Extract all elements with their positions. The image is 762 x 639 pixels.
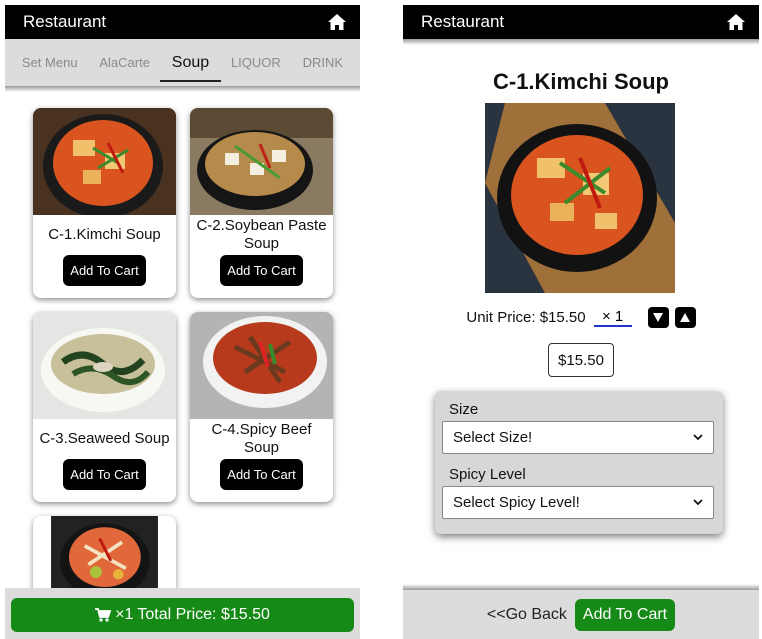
size-label: Size <box>449 401 479 418</box>
tab-drink[interactable]: DRINK <box>301 47 345 78</box>
home-icon[interactable] <box>725 12 747 32</box>
menu-card: C-3.Seaweed Soup Add To Cart <box>33 312 176 502</box>
tabs-shadow <box>5 86 360 92</box>
increase-button[interactable] <box>674 307 696 328</box>
menu-card: C-2.Soybean Paste Soup Add To Cart <box>190 108 333 298</box>
checkout-button[interactable]: ×1 Total Price: $15.50 <box>11 598 354 632</box>
cart-icon <box>95 608 112 622</box>
menu-screen: Restaurant Set Menu AlaCarte Soup LIQUOR… <box>5 5 360 639</box>
cart-quantity: ×1 <box>115 606 134 623</box>
tab-liquor[interactable]: LIQUOR <box>229 47 283 78</box>
total-price: Total Price: $15.50 <box>137 606 270 623</box>
menu-item-name: C-3.Seaweed Soup <box>39 430 170 447</box>
chevron-down-icon <box>693 499 703 506</box>
spicy-level-label: Spicy Level <box>449 466 526 483</box>
cart-bar: ×1 Total Price: $15.50 <box>5 588 360 639</box>
size-select[interactable]: Select Size! <box>442 421 714 454</box>
total-price-box: $15.50 <box>548 343 614 377</box>
hotpot-photo <box>51 516 158 596</box>
tab-soup[interactable]: Soup <box>159 46 222 82</box>
action-bar: <<Go Back Add To Cart <box>403 590 759 639</box>
add-to-cart-button[interactable]: Add To Cart <box>63 459 146 490</box>
price-row: Unit Price: $15.50 <box>403 307 759 328</box>
top-bar: Restaurant <box>5 5 360 39</box>
app-title: Restaurant <box>421 12 505 31</box>
app-title: Restaurant <box>23 12 107 31</box>
size-select-value: Select Size! <box>453 429 533 446</box>
unit-price: Unit Price: $15.50 <box>466 309 586 326</box>
soybean-soup-photo <box>190 108 333 215</box>
category-tabs: Set Menu AlaCarte Soup LIQUOR DRINK <box>5 39 360 86</box>
spicy-beef-soup-photo <box>190 312 333 419</box>
seaweed-soup-photo <box>33 312 176 419</box>
kimchi-soup-photo <box>485 103 675 293</box>
topbar-shadow <box>403 39 759 45</box>
arrow-up-icon <box>680 313 691 322</box>
add-to-cart-button[interactable]: Add To Cart <box>574 598 676 631</box>
kimchi-soup-photo <box>33 108 176 215</box>
item-title: C-1.Kimchi Soup <box>492 69 669 94</box>
go-back-button[interactable]: <<Go Back <box>487 606 567 624</box>
menu-item-name: C-4.Spicy Beef Soup <box>211 421 312 456</box>
menu-item-name: C-1.Kimchi Soup <box>48 226 161 243</box>
add-to-cart-button[interactable]: Add To Cart <box>220 255 303 286</box>
menu-card: C-1.Kimchi Soup Add To Cart <box>33 108 176 298</box>
add-to-cart-button[interactable]: Add To Cart <box>220 459 303 490</box>
spicy-select-value: Select Spicy Level! <box>453 494 580 511</box>
options-panel: Size Select Size! Spicy Level Select Spi… <box>435 391 723 534</box>
tab-alacarte[interactable]: AlaCarte <box>97 47 152 78</box>
decrease-button[interactable] <box>647 307 669 328</box>
arrow-down-icon <box>653 313 664 322</box>
top-bar: Restaurant <box>403 5 759 39</box>
menu-card: C-4.Spicy Beef Soup Add To Cart <box>190 312 333 502</box>
tab-set-menu[interactable]: Set Menu <box>20 47 80 78</box>
spicy-level-select[interactable]: Select Spicy Level! <box>442 486 714 519</box>
quantity-field[interactable] <box>593 308 632 327</box>
chevron-down-icon <box>693 434 703 441</box>
menu-item-name: C-2.Soybean Paste Soup <box>196 217 327 252</box>
detail-screen: Restaurant C-1.Kimchi Soup Unit Price: $… <box>403 5 759 639</box>
home-icon[interactable] <box>326 12 348 32</box>
add-to-cart-button[interactable]: Add To Cart <box>63 255 146 286</box>
